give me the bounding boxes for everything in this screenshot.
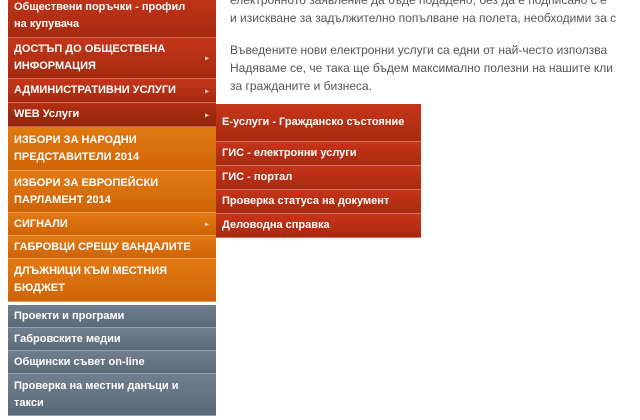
chevron-right-icon: ▸ — [204, 110, 209, 119]
submenu-item-label: Деловодна справка — [222, 219, 330, 231]
chevron-right-icon: ▸ — [204, 219, 209, 229]
sidebar-item-label: Общински съвет on-line — [14, 355, 145, 368]
sidebar-item-label: WEB Услуги — [14, 108, 80, 120]
content-line: електронното заявление да бъде подадено,… — [230, 0, 607, 7]
chevron-right-icon: ▸ — [204, 86, 209, 95]
sidebar-item-signals[interactable]: СИГНАЛИ ▸ — [8, 213, 216, 236]
submenu-item-label: ГИС - портал — [222, 171, 293, 183]
sidebar-item-label: ДЛЪЖНИЦИ КЪМ МЕСТНИЯ БЮДЖЕТ — [14, 265, 168, 294]
sidebar-item-label: СИГНАЛИ — [14, 217, 68, 230]
submenu-item-label: Проверка статуса на документ — [222, 195, 390, 207]
sidebar-item-label: Проекти и програми — [14, 309, 125, 322]
submenu-item-gis-e-services[interactable]: ГИС - електронни услуги — [216, 142, 421, 166]
sidebar-item-public-procurement[interactable]: Обществени поръчки - профил на купувача — [8, 0, 216, 38]
sidebar-item-local-budget-debtors[interactable]: ДЛЪЖНИЦИ КЪМ МЕСТНИЯ БЮДЖЕТ — [8, 259, 216, 302]
sidebar-item-local-taxes-check[interactable]: Проверка на местни данъци и такси — [8, 374, 216, 416]
content-line: Въведените нови електронни услуги са едн… — [230, 43, 608, 57]
submenu-item-label: Е-услуги - Гражданско състояние — [222, 116, 405, 128]
submenu-item-gis-portal[interactable]: ГИС - портал — [216, 166, 421, 190]
sidebar-item-web-services[interactable]: WEB Услуги ▸ — [8, 103, 216, 127]
sidebar-item-national-elections-2014[interactable]: ИЗБОРИ ЗА НАРОДНИ ПРЕДСТАВИТЕЛИ 2014 — [8, 127, 216, 171]
sidebar-item-projects-programs[interactable]: Проекти и програми — [8, 305, 216, 328]
submenu-item-registry-inquiry[interactable]: Деловодна справка — [216, 214, 421, 238]
sidebar-menu: Обществени поръчки - профил на купувача … — [8, 0, 216, 420]
submenu-item-e-services-civil-status[interactable]: Е-услуги - Гражданско състояние — [216, 104, 421, 142]
content-line: за гражданите и бизнеса. — [230, 79, 373, 93]
submenu-item-document-status-check[interactable]: Проверка статуса на документ — [216, 190, 421, 214]
sidebar-item-access-to-information[interactable]: ДОСТЪП ДО ОБЩЕСТВЕНА ИНФОРМАЦИЯ ▸ — [8, 38, 216, 79]
submenu-item-label: ГИС - електронни услуги — [222, 147, 357, 159]
sidebar-item-administrative-services[interactable]: АДМИНИСТРАТИВНИ УСЛУГИ ▸ — [8, 79, 216, 103]
sidebar-item-against-vandals[interactable]: ГАБРОВЦИ СРЕЩУ ВАНДАЛИТЕ — [8, 236, 216, 259]
sidebar-item-label: Проверка на местни данъци и такси — [14, 379, 179, 409]
sidebar-item-label: ИЗБОРИ ЗА НАРОДНИ ПРЕДСТАВИТЕЛИ 2014 — [14, 133, 140, 163]
sidebar-item-label: ГАБРОВЦИ СРЕЩУ ВАНДАЛИТЕ — [14, 240, 191, 253]
sidebar-item-label: Габровските медии — [14, 332, 121, 345]
sidebar-item-label: АДМИНИСТРАТИВНИ УСЛУГИ — [14, 84, 176, 96]
sidebar-item-municipal-council-online[interactable]: Общински съвет on-line — [8, 351, 216, 374]
sidebar-item-eu-parliament-elections-2014[interactable]: ИЗБОРИ ЗА ЕВРОПЕЙСКИ ПАРЛАМЕНТ 2014 — [8, 171, 216, 213]
sidebar-item-gabrovo-media[interactable]: Габровските медии — [8, 328, 216, 351]
content-line: и изискване за задължително попълване на… — [230, 11, 617, 25]
sidebar-item-label: Обществени поръчки - профил на купувача — [14, 0, 186, 30]
sidebar-item-label: ИЗБОРИ ЗА ЕВРОПЕЙСКИ ПАРЛАМЕНТ 2014 — [14, 176, 159, 206]
chevron-right-icon: ▸ — [204, 53, 209, 63]
content-line: Надяваме се, че така ще бъдем максимално… — [230, 61, 613, 75]
sidebar-item-label: ДОСТЪП ДО ОБЩЕСТВЕНА ИНФОРМАЦИЯ — [14, 43, 166, 72]
